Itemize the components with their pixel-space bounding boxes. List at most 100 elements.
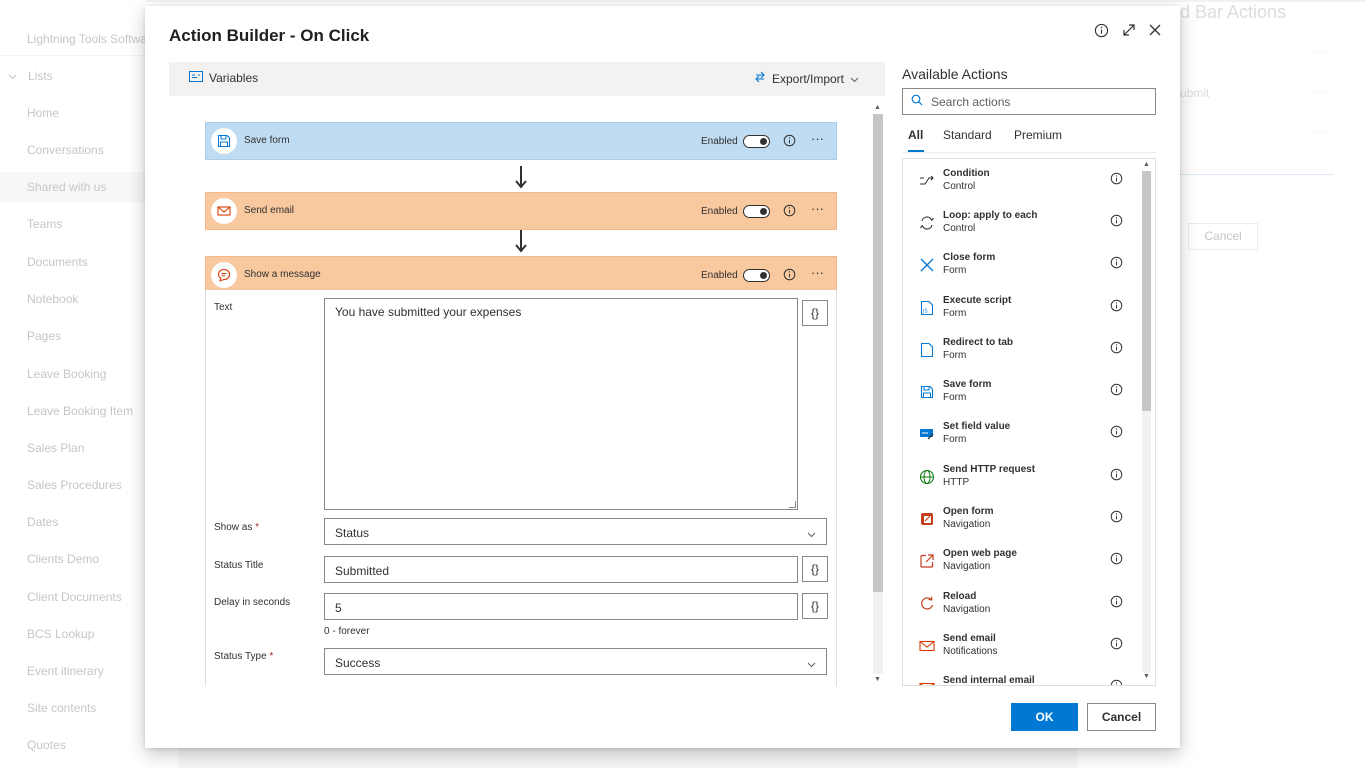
info-icon[interactable] bbox=[1110, 341, 1123, 359]
action-card-label: Save form bbox=[244, 135, 290, 146]
message-text-area[interactable]: You have submitted your expenses bbox=[324, 298, 798, 510]
required-mark: * bbox=[269, 651, 274, 662]
expand-icon[interactable] bbox=[1119, 20, 1139, 40]
enabled-toggle[interactable] bbox=[743, 135, 770, 148]
list-item-redirect-to-tab[interactable]: Redirect to tab Form bbox=[903, 332, 1143, 374]
tab-standard[interactable]: Standard bbox=[943, 128, 992, 142]
action-name: Send email bbox=[943, 633, 996, 644]
list-item-loop[interactable]: Loop: apply to each Control bbox=[903, 205, 1143, 247]
action-category: Notifications bbox=[943, 646, 998, 657]
info-icon[interactable] bbox=[1110, 383, 1123, 401]
show-as-dropdown[interactable]: Status bbox=[324, 518, 827, 545]
info-icon[interactable] bbox=[1110, 510, 1123, 528]
tab-all[interactable]: All bbox=[908, 128, 924, 152]
info-icon[interactable] bbox=[1110, 172, 1123, 190]
status-title-expression-button[interactable]: {} bbox=[802, 556, 828, 582]
delay-input[interactable]: 5 bbox=[324, 593, 798, 620]
action-category: Navigation bbox=[943, 519, 991, 530]
text-label: Text bbox=[214, 302, 233, 313]
close-icon[interactable] bbox=[1145, 20, 1165, 40]
open-form-icon bbox=[917, 509, 937, 529]
status-type-label: Status Type * bbox=[214, 651, 273, 662]
info-icon[interactable] bbox=[1110, 256, 1123, 274]
action-category: Form bbox=[943, 434, 967, 445]
info-icon[interactable] bbox=[1110, 679, 1123, 685]
list-item-save-form[interactable]: Save form Form bbox=[903, 374, 1143, 416]
info-icon[interactable] bbox=[1110, 425, 1123, 443]
info-icon[interactable] bbox=[1110, 468, 1123, 486]
action-name: Loop: apply to each bbox=[943, 210, 1038, 221]
tabs-divider bbox=[902, 152, 1156, 153]
info-icon[interactable] bbox=[1091, 20, 1111, 40]
list-item-close-form[interactable]: Close form Form bbox=[903, 247, 1143, 289]
list-item-reload[interactable]: Reload Navigation bbox=[903, 586, 1143, 628]
action-category: Form bbox=[943, 392, 967, 403]
action-card-label: Send email bbox=[244, 205, 295, 216]
action-name: Save form bbox=[943, 379, 992, 390]
list-item-open-web-page[interactable]: Open web page Navigation bbox=[903, 543, 1143, 585]
actions-list-scrollbar[interactable]: ▲ ▼ bbox=[1139, 159, 1154, 685]
tab-premium[interactable]: Premium bbox=[1014, 128, 1062, 142]
action-name: Close form bbox=[943, 252, 996, 263]
action-card-label: Show a message bbox=[244, 269, 321, 280]
info-icon[interactable] bbox=[1110, 595, 1123, 613]
search-actions-input[interactable]: Search actions bbox=[902, 88, 1156, 115]
save-icon bbox=[917, 382, 937, 402]
export-import-label: Export/Import bbox=[771, 71, 844, 86]
more-icon[interactable]: ··· bbox=[811, 131, 824, 146]
list-item-send-http-request[interactable]: Send HTTP request HTTP bbox=[903, 459, 1143, 501]
action-name: Reload bbox=[943, 591, 977, 602]
search-icon bbox=[911, 94, 931, 109]
action-name: Set field value bbox=[943, 421, 1011, 432]
info-icon[interactable] bbox=[1110, 299, 1123, 317]
list-item-send-email[interactable]: Send email Notifications bbox=[903, 628, 1143, 670]
more-icon[interactable]: ··· bbox=[811, 265, 824, 280]
text-expression-button[interactable]: {} bbox=[802, 300, 828, 326]
list-item-open-form[interactable]: Open form Navigation bbox=[903, 501, 1143, 543]
info-icon[interactable] bbox=[1110, 552, 1123, 570]
swap-icon bbox=[754, 71, 772, 86]
delay-expression-button[interactable]: {} bbox=[802, 593, 828, 619]
action-card-save-form[interactable]: Save form Enabled ··· bbox=[205, 122, 837, 160]
action-flow-canvas: Save form Enabled ··· Send email Enabled… bbox=[169, 96, 873, 686]
info-icon[interactable] bbox=[783, 204, 796, 222]
status-type-dropdown[interactable]: Success bbox=[324, 648, 827, 675]
action-builder-dialog: Action Builder - On Click Variables Expo… bbox=[145, 6, 1180, 748]
info-icon[interactable] bbox=[1110, 637, 1123, 655]
toggle-knob bbox=[760, 138, 767, 145]
action-category: HTTP bbox=[943, 477, 970, 488]
condition-icon bbox=[917, 171, 937, 191]
scroll-up-icon[interactable]: ▲ bbox=[874, 104, 881, 111]
list-item-condition[interactable]: Condition Control bbox=[903, 163, 1143, 205]
list-item-send-internal-email[interactable]: Send internal email bbox=[903, 670, 1143, 685]
action-category: Control bbox=[943, 223, 976, 234]
action-card-show-message[interactable]: Show a message Enabled ··· bbox=[205, 256, 837, 294]
info-icon[interactable] bbox=[1110, 214, 1123, 232]
info-icon[interactable] bbox=[783, 268, 796, 286]
variables-button[interactable]: Variables bbox=[189, 71, 258, 85]
more-icon[interactable]: ··· bbox=[811, 201, 824, 216]
scroll-down-icon[interactable]: ▼ bbox=[874, 676, 881, 683]
available-actions-list: Condition Control Loop: apply to each Co… bbox=[902, 158, 1156, 686]
scroll-up-icon[interactable]: ▲ bbox=[1143, 161, 1150, 168]
resize-handle[interactable] bbox=[789, 501, 796, 508]
enabled-label: Enabled bbox=[701, 136, 738, 147]
action-category: Navigation bbox=[943, 604, 991, 615]
scroll-thumb[interactable] bbox=[1142, 171, 1151, 411]
scroll-thumb[interactable] bbox=[873, 114, 883, 592]
action-card-send-email[interactable]: Send email Enabled ··· bbox=[205, 192, 837, 230]
action-name: Execute script bbox=[943, 295, 1012, 306]
field-value-icon bbox=[917, 424, 937, 444]
list-item-set-field-value[interactable]: Set field value Form bbox=[903, 416, 1143, 458]
search-placeholder: Search actions bbox=[931, 94, 1011, 109]
status-title-input[interactable]: Submitted bbox=[324, 556, 798, 583]
export-import-button[interactable]: Export/Import bbox=[754, 71, 865, 86]
info-icon[interactable] bbox=[783, 134, 796, 152]
cancel-button[interactable]: Cancel bbox=[1087, 703, 1156, 731]
canvas-scrollbar[interactable]: ▲ ▼ bbox=[871, 102, 885, 686]
ok-button[interactable]: OK bbox=[1011, 703, 1078, 731]
enabled-toggle[interactable] bbox=[743, 205, 770, 218]
enabled-toggle[interactable] bbox=[743, 269, 770, 282]
scroll-down-icon[interactable]: ▼ bbox=[1143, 673, 1150, 680]
list-item-execute-script[interactable]: JS Execute script Form bbox=[903, 290, 1143, 332]
